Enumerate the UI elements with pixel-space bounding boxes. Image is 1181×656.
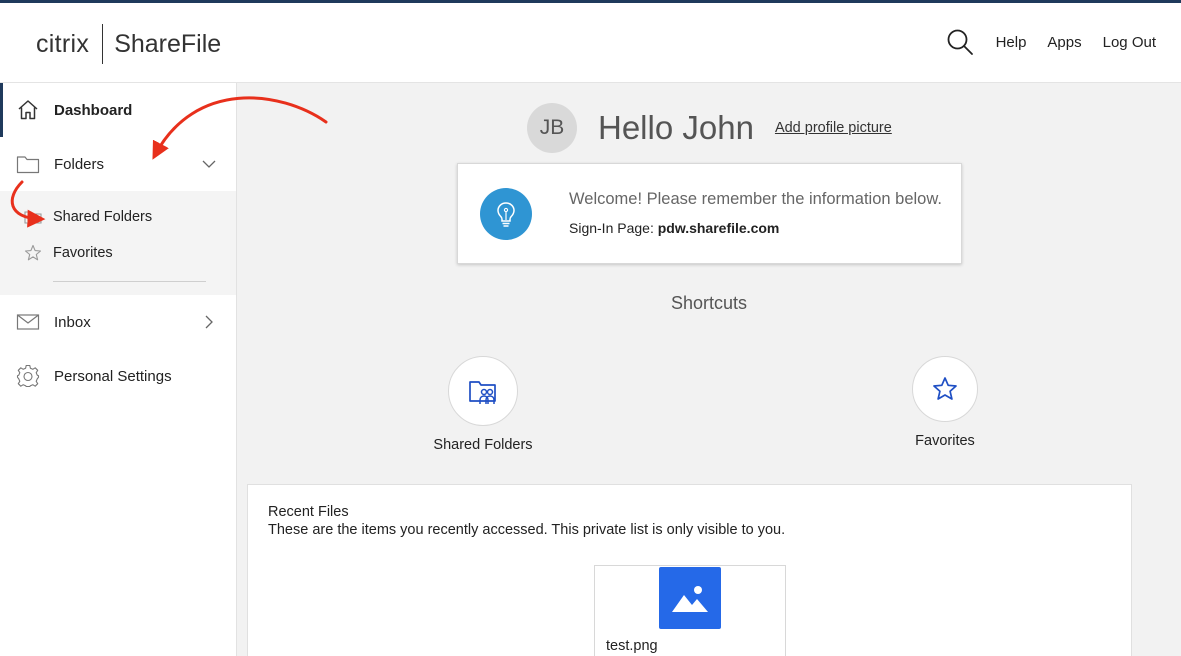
signin-info: Sign-In Page: pdw.sharefile.com [569,220,779,236]
top-bar: citrix ShareFile Help Apps Log Out [0,0,1181,83]
recent-files-panel: Recent Files These are the items you rec… [247,484,1132,656]
shortcut-label: Shared Folders [433,437,533,453]
top-nav: Help Apps Log Out [946,28,1156,56]
shortcut-shared-folders[interactable]: Shared Folders [430,356,536,453]
sidebar-subitem-label: Favorites [53,245,113,261]
image-icon [659,567,721,629]
search-icon[interactable] [946,28,974,56]
add-profile-picture-link[interactable]: Add profile picture [775,120,892,136]
mail-icon [16,314,40,330]
sidebar-item-dashboard[interactable]: Dashboard [0,83,236,137]
sidebar: Dashboard Folders Shared Folders Favorit… [0,83,237,656]
sidebar-item-inbox[interactable]: Inbox [0,295,236,349]
recent-files-description: These are the items you recently accesse… [268,522,786,538]
recent-files-title: Recent Files [268,504,349,520]
welcome-card: Welcome! Please remember the information… [457,163,962,264]
shortcuts-title: Shortcuts [670,293,748,313]
home-icon [18,100,38,120]
sidebar-subitem-label: Shared Folders [53,209,153,225]
submenu-divider [53,281,206,282]
profile-greeting: JB Hello John Add profile picture [527,103,892,153]
star-icon [24,244,42,261]
sidebar-item-label: Inbox [54,313,91,331]
sidebar-item-label: Personal Settings [54,367,172,385]
shared-folder-icon [469,381,496,404]
signin-url: pdw.sharefile.com [657,220,780,236]
star-icon [933,377,957,400]
apps-link[interactable]: Apps [1047,34,1081,51]
gear-icon [16,364,40,388]
logo-sharefile: ShareFile [114,29,222,58]
shared-folder-icon [24,211,42,224]
logout-link[interactable]: Log Out [1103,34,1156,51]
shortcut-icon-circle [448,356,518,426]
greeting-title: Hello John [598,109,754,146]
signin-label: Sign-In Page: [569,220,654,236]
shortcut-label: Favorites [915,433,975,449]
sidebar-item-folders[interactable]: Folders [0,137,236,191]
sidebar-subitem-favorites[interactable]: Favorites [24,244,113,262]
citrix-sharefile-logo[interactable]: citrix ShareFile [36,23,221,65]
avatar[interactable]: JB [527,103,577,153]
shortcut-icon-circle [912,356,978,422]
welcome-message: Welcome! Please remember the information… [569,190,942,208]
sidebar-item-label: Folders [54,155,105,173]
logo-citrix: citrix [36,29,90,58]
chevron-right-icon[interactable] [202,315,216,329]
sidebar-item-personal-settings[interactable]: Personal Settings [0,349,236,403]
file-name: test.png [606,638,658,654]
logo-divider [102,24,104,64]
folder-icon [16,156,40,174]
file-card[interactable]: test.png [594,565,786,656]
sidebar-item-label: Dashboard [54,101,133,119]
lightbulb-icon [480,188,532,240]
sidebar-subitem-shared-folders[interactable]: Shared Folders [24,208,152,226]
dashboard-main: JB Hello John Add profile picture Welcom… [237,83,1181,656]
chevron-down-icon[interactable] [202,157,216,171]
shortcut-favorites[interactable]: Favorites [901,356,989,449]
help-link[interactable]: Help [996,34,1027,51]
folders-submenu: Shared Folders Favorites [0,191,236,295]
